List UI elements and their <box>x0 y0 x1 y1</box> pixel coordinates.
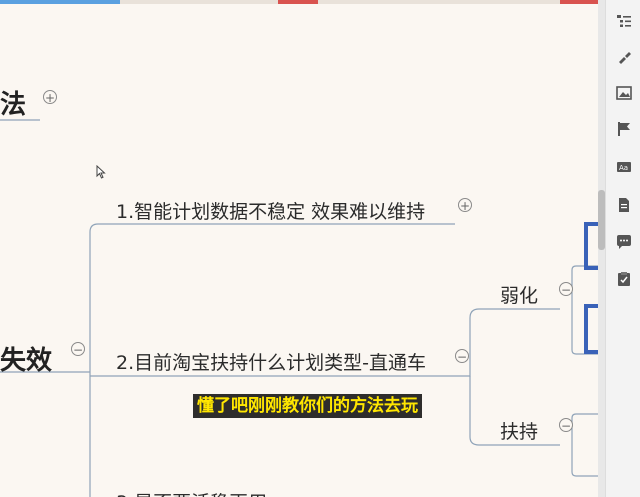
branch-1-expand-toggle[interactable]: + <box>458 198 472 213</box>
scrollbar-thumb[interactable] <box>598 190 605 250</box>
svg-text:Aa: Aa <box>619 164 628 172</box>
right-toolbar: Aa <box>605 0 640 497</box>
style-brush-icon[interactable] <box>615 48 633 66</box>
sub-node-weaken-toggle[interactable]: − <box>559 282 573 297</box>
title-expand-toggle[interactable]: + <box>43 90 57 105</box>
branch-node-2[interactable]: 2.目前淘宝扶持什么计划类型-直通车 <box>116 348 426 375</box>
branch-node-1[interactable]: 1.智能计划数据不稳定 效果难以维持 <box>116 197 425 224</box>
sub-node-support[interactable]: 扶持 <box>500 417 538 444</box>
sub-node-support-toggle[interactable]: − <box>559 418 573 433</box>
mouse-cursor-icon <box>96 165 106 179</box>
branch-2-collapse-toggle[interactable]: − <box>455 349 469 364</box>
mindmap-canvas[interactable]: 法 + 失效 − 1.智能计划数据不稳定 效果难以维持 + 2.目前淘宝扶持什么… <box>0 0 598 497</box>
text-style-icon[interactable]: Aa <box>615 158 633 176</box>
sub-node-weaken[interactable]: 弱化 <box>500 281 538 308</box>
image-icon[interactable] <box>615 84 633 102</box>
clipboard-icon[interactable] <box>615 270 633 288</box>
root-node-partial[interactable]: 失效 <box>0 340 52 377</box>
outline-icon[interactable] <box>615 12 633 30</box>
root-collapse-toggle[interactable]: − <box>71 342 85 357</box>
branch-node-3[interactable]: 3.是否要活稳再用 <box>116 488 267 497</box>
flag-icon[interactable] <box>615 120 633 138</box>
video-subtitle: 懂了吧刚刚教你们的方法去玩 <box>193 394 422 418</box>
comment-icon[interactable] <box>615 233 633 251</box>
document-icon[interactable] <box>615 196 633 214</box>
title-node-partial[interactable]: 法 <box>0 84 26 121</box>
